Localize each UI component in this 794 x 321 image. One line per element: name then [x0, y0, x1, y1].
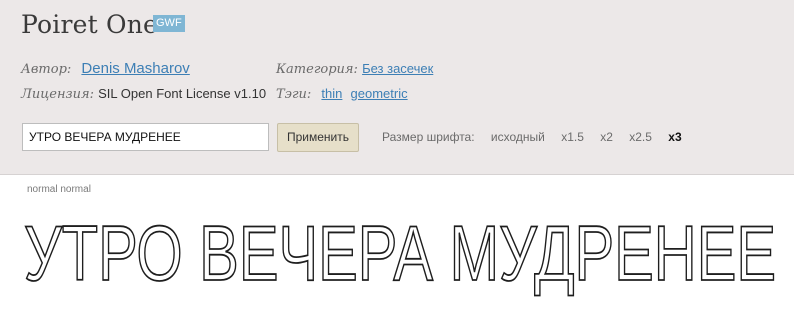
gwf-badge: GWF — [153, 15, 185, 32]
size-option-original[interactable]: исходный — [491, 130, 545, 144]
category-link[interactable]: Без засечек — [362, 61, 433, 76]
size-option-x1-5[interactable]: x1.5 — [561, 130, 584, 144]
license-label: Лицензия: — [21, 87, 94, 102]
tags-row: Тэги: thin geometric — [276, 86, 408, 102]
size-option-x2[interactable]: x2 — [600, 130, 613, 144]
font-size-label: Размер шрифта: — [382, 130, 475, 144]
author-label: Автор: — [21, 62, 72, 77]
apply-button[interactable]: Применить — [277, 123, 359, 152]
preview-text: УТРО ВЕЧЕРА МУДРЕНЕЕ — [24, 209, 776, 297]
tag-link-thin[interactable]: thin — [321, 86, 342, 101]
size-option-x3[interactable]: x3 — [668, 130, 681, 144]
font-title: Poiret One — [21, 10, 158, 39]
category-label: Категория: — [276, 62, 358, 77]
tag-link-geometric[interactable]: geometric — [351, 86, 408, 101]
font-preview-sample: УТРО ВЕЧЕРА МУДРЕНЕЕ — [23, 208, 777, 298]
size-option-x2-5[interactable]: x2.5 — [629, 130, 652, 144]
author-row: Автор: Denis Masharov — [21, 60, 190, 77]
license-value: SIL Open Font License v1.10 — [98, 86, 267, 101]
sample-text-input[interactable]: УТРО ВЕЧЕРА МУДРЕНЕЕ — [22, 123, 269, 151]
category-row: Категория: Без засечек — [276, 61, 433, 77]
font-size-selector: Размер шрифта: исходный x1.5 x2 x2.5 x3 — [382, 130, 695, 144]
license-row: Лицензия: SIL Open Font License v1.10 — [21, 86, 266, 102]
style-label: normal normal — [27, 184, 91, 195]
author-link[interactable]: Denis Masharov — [81, 60, 189, 77]
font-info-header: Poiret One GWF Автор: Denis Masharov Кат… — [0, 0, 794, 175]
tags-label: Тэги: — [276, 87, 312, 102]
